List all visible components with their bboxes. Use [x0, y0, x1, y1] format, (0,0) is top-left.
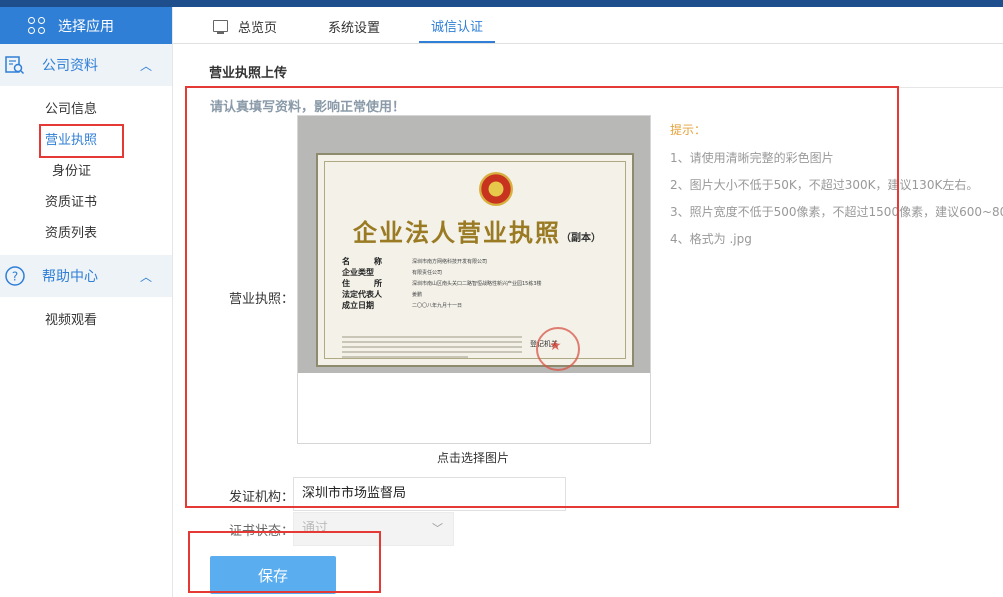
sidebar-item-qualification-list[interactable]: 资质列表: [0, 218, 172, 249]
chevron-up-icon: ︿: [139, 59, 152, 73]
sidebar-group-label: 公司资料: [42, 58, 98, 74]
sidebar-item-video[interactable]: 视频观看: [0, 305, 172, 336]
app-select-label: 选择应用: [58, 18, 114, 35]
tab-system-settings[interactable]: 系统设置: [316, 9, 392, 43]
highlight-box-menu: [39, 124, 124, 158]
app-select-button[interactable]: 选择应用: [0, 7, 172, 44]
tab-credit-certification[interactable]: 诚信认证: [419, 9, 496, 43]
sidebar-item-qualification-cert[interactable]: 资质证书: [0, 187, 172, 218]
sidebar-group-help[interactable]: ? 帮助中心 ︿: [0, 255, 172, 297]
top-bar: [0, 0, 1003, 7]
company-menu: 公司信息 营业执照 身份证 资质证书 资质列表: [0, 86, 172, 255]
chevron-down-icon: ﹀: [432, 522, 443, 535]
tab-overview[interactable]: 总览页: [201, 9, 289, 43]
chevron-up-icon: ︿: [139, 270, 152, 284]
section-title: 营业执照上传: [209, 66, 288, 81]
sidebar-item-id-card[interactable]: 身份证: [0, 156, 172, 187]
highlight-box-save: [188, 531, 381, 593]
sidebar: 选择应用 公司资料 ︿ 公司信息 营业执照 身份证 资质证书 资质列表 ? 帮助…: [0, 7, 173, 597]
help-menu: 视频观看: [0, 297, 172, 342]
sidebar-group-label: 帮助中心: [42, 269, 98, 285]
document-search-icon: [4, 54, 26, 76]
sidebar-group-company[interactable]: 公司资料 ︿: [0, 44, 172, 86]
monitor-icon: [213, 20, 228, 34]
tab-bar: 总览页 系统设置 诚信认证: [173, 7, 1003, 44]
apps-grid-icon: [28, 16, 46, 35]
svg-text:?: ?: [12, 270, 18, 284]
help-icon: ?: [4, 265, 26, 287]
tab-label: 总览页: [238, 20, 278, 36]
sidebar-item-company-info[interactable]: 公司信息: [0, 94, 172, 125]
highlight-box-form: [185, 86, 899, 508]
